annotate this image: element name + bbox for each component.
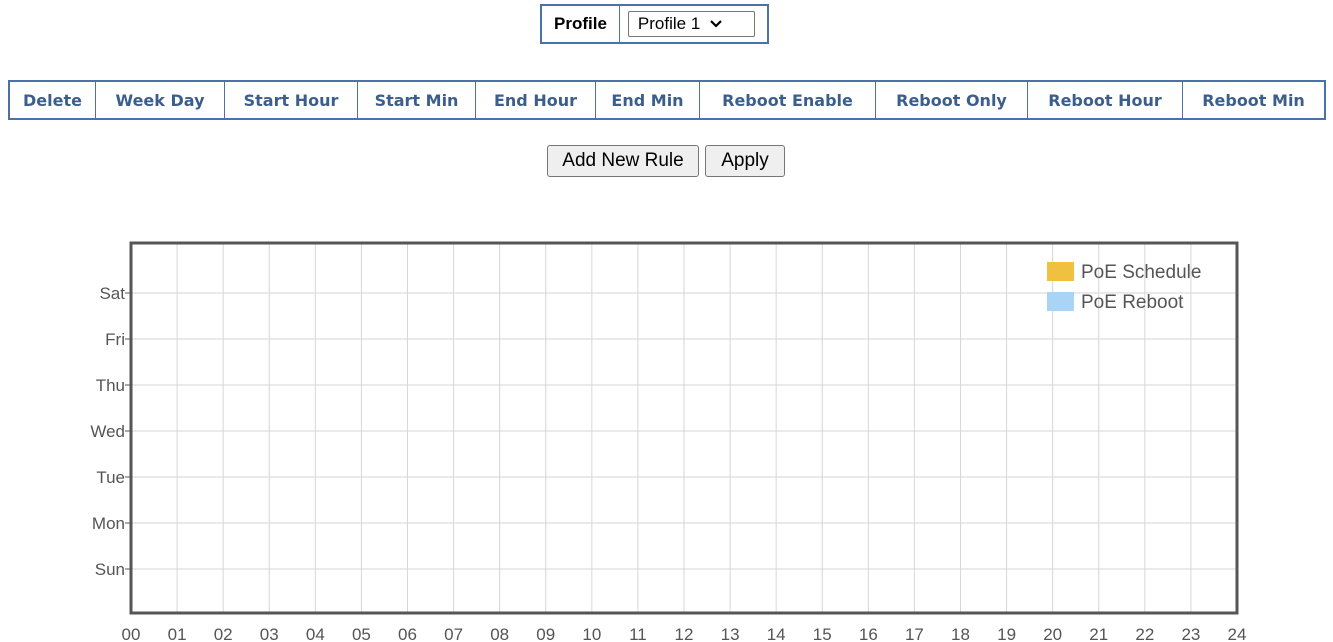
x-tick-label: 11: [629, 625, 647, 642]
x-tick-label: 22: [1135, 625, 1154, 642]
x-tick-label: 12: [675, 625, 694, 642]
x-tick-label: 05: [352, 625, 371, 642]
x-tick-label: 16: [859, 625, 878, 642]
x-tick-label: 03: [260, 625, 279, 642]
y-tick-label: Sun: [95, 560, 125, 579]
x-tick-label: 18: [951, 625, 970, 642]
legend-swatch: [1047, 262, 1074, 281]
x-tick-label: 07: [444, 625, 463, 642]
legend-swatch: [1047, 292, 1074, 311]
x-tick-label: 15: [813, 625, 832, 642]
x-tick-label: 17: [905, 625, 924, 642]
x-tick-label: 19: [997, 625, 1016, 642]
x-tick-label: 24: [1228, 625, 1247, 642]
x-tick-label: 08: [490, 625, 509, 642]
legend-label: PoE Schedule: [1081, 262, 1201, 283]
y-tick-label: Wed: [90, 422, 125, 441]
y-tick-label: Fri: [105, 330, 125, 349]
y-tick-label: Sat: [99, 284, 125, 303]
x-tick-label: 23: [1181, 625, 1200, 642]
legend-label: PoE Reboot: [1081, 292, 1184, 313]
x-tick-label: 13: [721, 625, 740, 642]
x-tick-label: 06: [398, 625, 417, 642]
x-tick-label: 00: [122, 625, 141, 642]
y-tick-label: Tue: [96, 468, 125, 487]
poe-schedule-chart: Sun Mon Tue Wed Thu Fri Sat 00 01 02 03 04 05 06 07 08 0…: [90, 241, 1247, 642]
x-tick-label: 09: [536, 625, 555, 642]
x-tick-label: 02: [214, 625, 233, 642]
x-tick-label: 10: [582, 625, 601, 642]
x-tick-label: 21: [1089, 625, 1108, 642]
x-tick-label: 04: [306, 625, 325, 642]
x-tick-label: 01: [168, 625, 187, 642]
x-tick-label: 14: [767, 625, 786, 642]
x-tick-label: 20: [1043, 625, 1062, 642]
y-tick-label: Mon: [92, 514, 125, 533]
y-tick-label: Thu: [96, 376, 125, 395]
